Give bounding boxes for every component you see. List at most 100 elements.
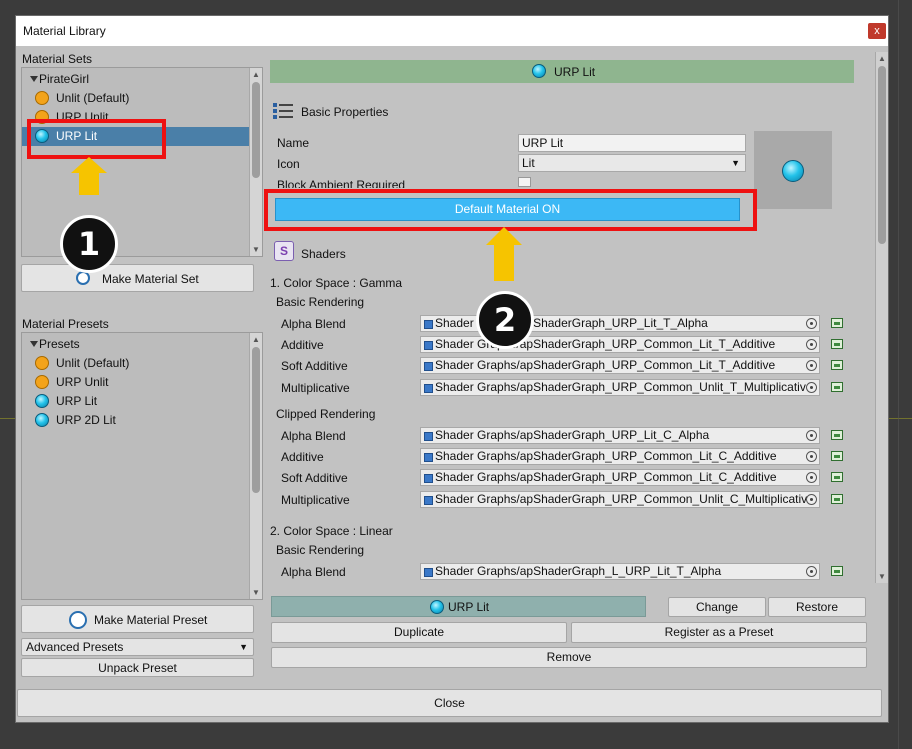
callout-number-1: 1 bbox=[60, 215, 118, 273]
object-picker-icon[interactable] bbox=[806, 318, 817, 329]
shader-field[interactable]: Shader Graphs/apShaderGraph_L_URP_Lit_T_… bbox=[420, 563, 820, 580]
scroll-down-icon[interactable]: ▼ bbox=[878, 572, 886, 581]
shader-path: Shader Graphs/apShaderGraph_URP_Common_L… bbox=[435, 470, 777, 484]
object-picker-icon[interactable] bbox=[806, 339, 817, 350]
scroll-thumb[interactable] bbox=[878, 66, 886, 244]
shader-row-label: Soft Additive bbox=[281, 359, 348, 373]
presets-scrollbar[interactable]: ▲ ▼ bbox=[249, 333, 262, 599]
make-material-preset-button[interactable]: Make Material Preset bbox=[21, 605, 254, 633]
shader-field[interactable]: Shader Graphs/apShaderGraph_URP_Common_L… bbox=[420, 357, 820, 374]
make-material-set-button[interactable]: Make Material Set bbox=[21, 264, 254, 292]
chevron-down-icon: ▼ bbox=[239, 642, 248, 652]
close-window-button[interactable]: x bbox=[868, 23, 886, 39]
window-title: Material Library bbox=[23, 24, 106, 38]
preset-item-urp-lit[interactable]: URP Lit bbox=[22, 392, 250, 411]
shader-browse-icon[interactable] bbox=[831, 472, 843, 482]
list-properties-icon bbox=[273, 102, 293, 120]
shader-browse-icon[interactable] bbox=[831, 494, 843, 504]
material-sets-tree: PirateGirl Unlit (Default) URP Unlit URP… bbox=[21, 67, 263, 257]
object-picker-icon[interactable] bbox=[806, 360, 817, 371]
shader-row-label: Soft Additive bbox=[281, 471, 348, 485]
shader-field[interactable]: Shader Graphs/apShaderGraph_URP_Lit_C_Al… bbox=[420, 427, 820, 444]
preset-item-urp-2d-lit[interactable]: URP 2D Lit bbox=[22, 411, 250, 430]
shader-browse-icon[interactable] bbox=[831, 451, 843, 461]
set-item-unlit-default[interactable]: Unlit (Default) bbox=[22, 89, 250, 108]
shader-field[interactable]: Shader Graphs/apShaderGraph_URP_Common_L… bbox=[420, 336, 820, 353]
advanced-presets-label: Advanced Presets bbox=[26, 640, 124, 654]
shader-browse-icon[interactable] bbox=[831, 318, 843, 328]
grid-line bbox=[898, 0, 899, 749]
shader-path: Shader Graphs/apShaderGraph_URP_Common_L… bbox=[435, 449, 777, 463]
change-button[interactable]: Change bbox=[668, 597, 766, 617]
preset-item-unlit-default[interactable]: Unlit (Default) bbox=[22, 354, 250, 373]
shader-field[interactable]: Shader Graphs/apShaderGraph_URP_Common_U… bbox=[420, 491, 820, 508]
material-header-bar: URP Lit bbox=[270, 60, 854, 83]
sets-scrollbar[interactable]: ▲ ▼ bbox=[249, 68, 262, 256]
object-picker-icon[interactable] bbox=[806, 430, 817, 441]
make-material-preset-label: Make Material Preset bbox=[94, 613, 208, 627]
shader-browse-icon[interactable] bbox=[831, 566, 843, 576]
block-ambient-checkbox[interactable] bbox=[518, 177, 531, 187]
object-picker-icon[interactable] bbox=[806, 451, 817, 462]
icon-dropdown[interactable]: Lit ▼ bbox=[518, 154, 746, 172]
shader-row-label: Additive bbox=[281, 338, 324, 352]
yellow-up-arrow-icon bbox=[486, 227, 522, 283]
preset-item-label: URP Unlit bbox=[56, 375, 109, 389]
shader-row-label: Alpha Blend bbox=[281, 565, 346, 579]
chevron-down-icon: ▼ bbox=[731, 158, 740, 168]
shader-browse-icon[interactable] bbox=[831, 430, 843, 440]
shader-path: Shader Graphs/apShaderGraph_URP_Common_L… bbox=[435, 358, 776, 372]
shader-field[interactable]: Shader Graphs/apShaderGraph_URP_Common_U… bbox=[420, 379, 820, 396]
close-button[interactable]: Close bbox=[17, 689, 882, 717]
scroll-up-icon[interactable]: ▲ bbox=[252, 335, 260, 344]
object-picker-icon[interactable] bbox=[806, 472, 817, 483]
preset-item-label: Unlit (Default) bbox=[56, 356, 130, 370]
remove-button[interactable]: Remove bbox=[271, 647, 867, 668]
icon-label: Icon bbox=[277, 157, 300, 171]
scroll-thumb[interactable] bbox=[252, 347, 260, 493]
highlight-box-default-material bbox=[264, 189, 757, 231]
restore-button[interactable]: Restore bbox=[768, 597, 866, 617]
scroll-thumb[interactable] bbox=[252, 82, 260, 178]
expand-triangle-icon[interactable] bbox=[30, 76, 38, 82]
name-label: Name bbox=[277, 136, 310, 150]
shader-s-icon: S bbox=[274, 241, 294, 261]
tree-root-label: PirateGirl bbox=[39, 72, 90, 86]
preset-item-urp-unlit[interactable]: URP Unlit bbox=[22, 373, 250, 392]
shader-browse-icon[interactable] bbox=[831, 360, 843, 370]
title-bar: Material Library x bbox=[16, 16, 888, 46]
preset-item-label: URP 2D Lit bbox=[56, 413, 116, 427]
scroll-down-icon[interactable]: ▼ bbox=[252, 245, 260, 254]
duplicate-button[interactable]: Duplicate bbox=[271, 622, 567, 643]
object-picker-icon[interactable] bbox=[806, 494, 817, 505]
material-set-icon bbox=[76, 271, 90, 285]
yellow-up-arrow-icon bbox=[71, 157, 107, 197]
shader-file-icon bbox=[424, 496, 433, 505]
shader-browse-icon[interactable] bbox=[831, 382, 843, 392]
material-header-title: URP Lit bbox=[554, 65, 596, 79]
shader-file-icon bbox=[424, 320, 433, 329]
shaders-heading: Shaders bbox=[301, 247, 346, 261]
gamma-heading: 1. Color Space : Gamma bbox=[270, 276, 403, 290]
scroll-down-icon[interactable]: ▼ bbox=[252, 588, 260, 597]
unpack-preset-button[interactable]: Unpack Preset bbox=[21, 658, 254, 677]
register-preset-button[interactable]: Register as a Preset bbox=[571, 622, 867, 643]
current-material-label: URP Lit bbox=[448, 600, 490, 614]
shader-field[interactable]: Shader Graphs/apShaderGraph_URP_Common_L… bbox=[420, 448, 820, 465]
tree-root-pirategirl[interactable]: PirateGirl bbox=[22, 70, 250, 89]
properties-scrollbar[interactable]: ▲ ▼ bbox=[875, 52, 888, 583]
callout-number-2: 2 bbox=[476, 291, 534, 349]
expand-triangle-icon[interactable] bbox=[30, 341, 38, 347]
material-presets-tree: Presets Unlit (Default) URP Unlit URP Li… bbox=[21, 332, 263, 600]
advanced-presets-dropdown[interactable]: Advanced Presets ▼ bbox=[21, 638, 254, 656]
shader-path: Shader Graphs/apShaderGraph_L_URP_Lit_T_… bbox=[435, 564, 722, 578]
object-picker-icon[interactable] bbox=[806, 566, 817, 577]
tree-root-presets[interactable]: Presets bbox=[22, 335, 250, 354]
scroll-up-icon[interactable]: ▲ bbox=[878, 54, 886, 63]
shader-browse-icon[interactable] bbox=[831, 339, 843, 349]
object-picker-icon[interactable] bbox=[806, 382, 817, 393]
name-field[interactable]: URP Lit bbox=[518, 134, 746, 152]
scroll-up-icon[interactable]: ▲ bbox=[252, 70, 260, 79]
shader-field[interactable]: Shader Graphs/apShaderGraph_URP_Common_L… bbox=[420, 469, 820, 486]
shader-row-label: Multiplicative bbox=[281, 493, 350, 507]
